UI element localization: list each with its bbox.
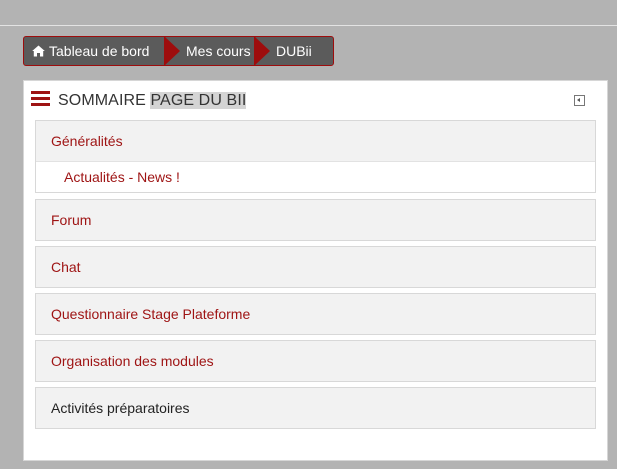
- breadcrumb-dashboard-label: Tableau de bord: [49, 43, 150, 59]
- breadcrumb-my-courses-link[interactable]: Mes cours: [186, 37, 251, 65]
- section-link-questionnaire[interactable]: Questionnaire Stage Plateforme: [36, 294, 595, 334]
- hamburger-menu-icon[interactable]: [31, 91, 50, 107]
- section-link-chat[interactable]: Chat: [36, 247, 595, 287]
- section-activites: Activités préparatoires: [35, 387, 596, 429]
- breadcrumb: Tableau de bord Mes cours DUBii: [23, 36, 334, 66]
- section-generalites: Généralités Actualités - News !: [35, 120, 596, 193]
- activity-link-news[interactable]: Actualités - News !: [36, 161, 595, 192]
- section-questionnaire: Questionnaire Stage Plateforme: [35, 293, 596, 335]
- course-summary-block: SOMMAIRE PAGE DU BII Généralités Actuali…: [23, 80, 608, 461]
- home-icon: [32, 45, 45, 57]
- breadcrumb-separator-icon: [254, 37, 270, 65]
- section-forum: Forum: [35, 199, 596, 241]
- section-link-forum[interactable]: Forum: [36, 200, 595, 240]
- block-title-highlight: PAGE DU BII: [150, 92, 247, 109]
- breadcrumb-dashboard-link[interactable]: Tableau de bord: [32, 37, 149, 65]
- section-organisation: Organisation des modules: [35, 340, 596, 382]
- block-title-text: SOMMAIRE: [58, 92, 151, 109]
- breadcrumb-current-course-link[interactable]: DUBii: [276, 37, 312, 65]
- block-title: SOMMAIRE PAGE DU BII: [58, 92, 247, 110]
- top-divider: [0, 25, 617, 26]
- section-chat: Chat: [35, 246, 596, 288]
- section-link-organisation[interactable]: Organisation des modules: [36, 341, 595, 381]
- section-link-generalites[interactable]: Généralités: [36, 121, 595, 161]
- breadcrumb-separator-icon: [164, 37, 180, 65]
- dock-block-icon[interactable]: [574, 95, 585, 106]
- section-label-activites: Activités préparatoires: [51, 400, 190, 416]
